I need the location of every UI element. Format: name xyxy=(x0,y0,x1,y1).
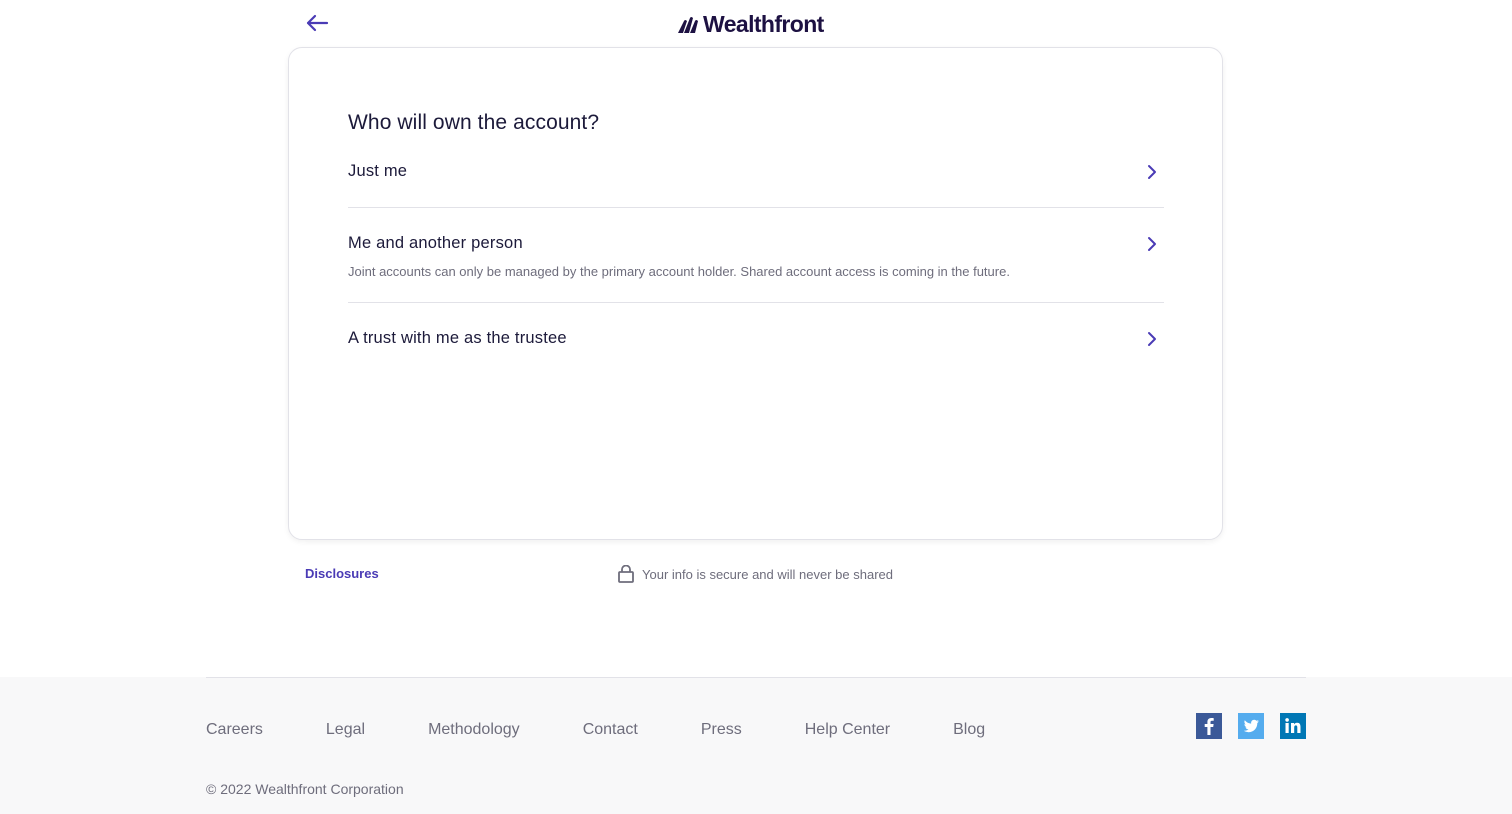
option-trust[interactable]: A trust with me as the trustee xyxy=(348,329,1164,348)
twitter-icon[interactable] xyxy=(1238,713,1264,739)
back-button[interactable] xyxy=(302,10,332,36)
footer-link-press[interactable]: Press xyxy=(701,721,742,739)
divider xyxy=(348,302,1164,303)
option-me-and-another-person[interactable]: Me and another person Joint accounts can… xyxy=(348,234,1164,279)
security-text: Your info is secure and will never be sh… xyxy=(642,566,893,582)
divider xyxy=(348,207,1164,208)
logo-text: Wealthfront xyxy=(703,10,824,37)
footer-links: Careers Legal Methodology Contact Press … xyxy=(206,721,1048,739)
top-bar: Wealthfront xyxy=(0,0,1512,48)
wealthfront-logo[interactable]: Wealthfront xyxy=(678,10,824,38)
option-title: Me and another person xyxy=(348,234,523,252)
option-description: Joint accounts can only be managed by th… xyxy=(348,264,1010,279)
wealthfront-logo-icon xyxy=(678,17,698,33)
chevron-right-icon xyxy=(1148,165,1156,179)
footer: Careers Legal Methodology Contact Press … xyxy=(0,677,1512,814)
facebook-icon[interactable] xyxy=(1196,713,1222,739)
footer-link-legal[interactable]: Legal xyxy=(326,721,365,739)
chevron-right-icon xyxy=(1148,237,1156,251)
footer-divider xyxy=(206,677,1306,678)
security-notice: Your info is secure and will never be sh… xyxy=(618,565,893,583)
arrow-left-icon xyxy=(306,14,329,32)
footer-link-contact[interactable]: Contact xyxy=(583,721,638,739)
copyright: © 2022 Wealthfront Corporation xyxy=(206,781,404,797)
chevron-right-icon xyxy=(1148,332,1156,346)
account-owner-card: Who will own the account? Just me Me and… xyxy=(288,47,1223,540)
footer-link-methodology[interactable]: Methodology xyxy=(428,721,520,739)
lock-icon xyxy=(618,565,634,583)
social-links xyxy=(1196,713,1306,739)
below-card-row: Disclosures Your info is secure and will… xyxy=(0,565,1512,585)
option-title: Just me xyxy=(348,162,408,180)
footer-link-careers[interactable]: Careers xyxy=(206,721,263,739)
disclosures-link[interactable]: Disclosures xyxy=(305,566,379,581)
footer-link-blog[interactable]: Blog xyxy=(953,721,985,739)
option-title: A trust with me as the trustee xyxy=(348,329,567,347)
option-just-me[interactable]: Just me xyxy=(348,162,1164,181)
page-title: Who will own the account? xyxy=(348,111,600,134)
footer-link-help-center[interactable]: Help Center xyxy=(805,721,890,739)
linkedin-icon[interactable] xyxy=(1280,713,1306,739)
